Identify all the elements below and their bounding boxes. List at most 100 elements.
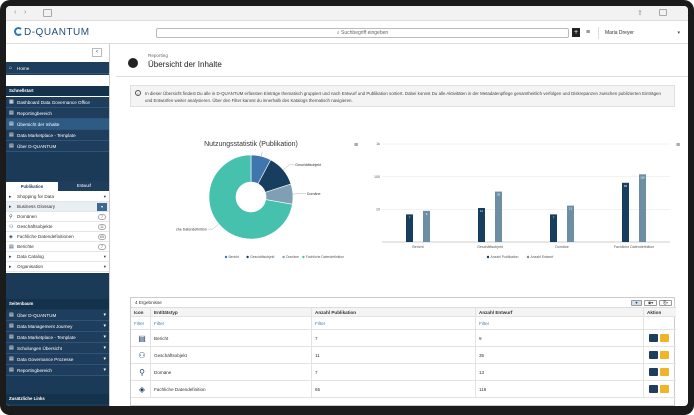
bar-entwurf[interactable] [495,191,502,242]
y-tick-label: 10 [376,208,380,212]
action-cell [644,381,676,397]
catalog-item[interactable]: ▸ Data Catalog ▾ [6,252,109,262]
tree-item[interactable]: ▤ Data Governance Prozesse ▾ [6,354,109,365]
menu-icon[interactable]: ≡ [586,29,590,36]
catalog-item[interactable]: ⚲ Domänen 7 [6,212,109,222]
edit-draft-button[interactable] [660,368,669,376]
table-row[interactable]: ◈ Fachliche Datendefinition 65 118 [131,381,676,398]
filter-input[interactable]: Filter [131,317,151,329]
x-tick-label: Geschäftsobjekt [477,245,503,249]
catalog-item[interactable]: ◈ Fachliche Datendefinitionen 65 [6,232,109,242]
columns-icon[interactable]: ◉▾ [644,300,657,306]
share-icon[interactable]: ⇪ [637,9,643,17]
table-row[interactable]: ⚲ Domäne 7 13 [131,364,676,381]
column-header[interactable]: Aktion [644,308,676,316]
bar-entwurf[interactable] [567,205,574,242]
catalog-item[interactable]: ⚇ Geschäftsobjekte 11 [6,222,109,232]
action-cell [644,364,676,380]
bar-entwurf[interactable] [639,174,646,242]
catalog-tabs: Publikation Entwurf [6,181,109,191]
edit-draft-button[interactable] [660,351,669,359]
glossary-icon: ▸ [9,204,12,210]
tab-entwurf[interactable]: Entwurf [58,181,109,191]
add-button[interactable]: + [572,28,580,37]
filter-input[interactable]: Filter [151,317,312,329]
pie-slice-label: Fachliche Datendefinition [176,227,207,231]
pie-slice-label: Domäne [307,192,321,196]
draft-count-cell: 118 [476,381,644,397]
pie-chart-icon [128,58,138,68]
open-publication-button[interactable] [649,334,658,342]
breadcrumb[interactable]: Reporting [148,53,168,58]
catalog-item[interactable]: ▤ Berichte 7 [6,242,109,252]
table-filter-row: Filter Filter Filter Filter [131,317,676,330]
chart-menu-icon[interactable]: ≡ [676,142,680,149]
legend-item[interactable]: Domäne [286,255,299,259]
legend-item[interactable]: Anzahl Entwurf [531,255,554,259]
table-row[interactable]: ⚇ Geschäftsobjekt 11 35 [131,347,676,364]
sidebar-quick-item[interactable]: ▤ Reportingbereich [6,108,109,119]
tab-publikation[interactable]: Publikation [6,181,58,191]
export-icon[interactable]: ⎘▾ [659,300,672,306]
publication-count-cell: 7 [312,330,476,346]
bar-publikation[interactable] [622,182,629,242]
column-header[interactable]: Entitätstyp [151,308,312,316]
legend-item[interactable]: Anzahl Publikation [491,255,519,259]
filter-input[interactable]: Filter [476,317,644,329]
publication-count-cell: 7 [312,364,476,380]
tree-item[interactable]: ▤ Über D-QUANTUM ▾ [6,310,109,321]
search-input[interactable]: ⌕ Suchbegriff eingeben [156,28,569,38]
tree-item[interactable]: ▤ Schulungen Übersicht ▾ [6,343,109,354]
sidebar-quick-item[interactable]: ▤ Über D-QUANTUM [6,141,109,152]
column-header[interactable]: Anzahl Publikation [312,308,476,316]
filter-icon[interactable]: ▼ [631,300,642,306]
tree-item[interactable]: ▤ Data Management Journey ▾ [6,321,109,332]
bar-value-label: 35 [497,193,501,197]
results-table: 4 Ergebnisse ▼ ◉▾ ⎘▾ Icon Entitätstyp An… [130,297,676,406]
draft-count-cell: 35 [476,347,644,363]
column-header[interactable]: Anzahl Entwurf [476,308,644,316]
legend-item[interactable]: Fachliche Datendefinition [306,255,344,259]
open-publication-button[interactable] [649,368,658,376]
legend-item[interactable]: Bericht [229,255,240,259]
cart-icon: ▸ [9,194,12,200]
user-menu[interactable]: Maria Dreyer ▾ [598,27,686,39]
dashboard-icon: ▦ [9,99,14,105]
open-publication-button[interactable] [649,351,658,359]
tree-item[interactable]: ▤ Reportingbereich ▾ [6,365,109,376]
edit-draft-button[interactable] [660,334,669,342]
legend-marker [302,255,305,259]
sidebar-icon[interactable] [43,9,52,17]
sidebar-item-home[interactable]: ⌂ Home [6,63,109,74]
back-icon[interactable]: ‹ [14,9,16,16]
legend-marker [526,255,530,259]
column-header[interactable]: Icon [131,308,151,316]
sidebar-quick-item[interactable]: ▦ Dashboard Data Governance Office [6,97,109,108]
bar-publikation[interactable] [478,207,485,242]
sidebar-quick-item[interactable]: ▤ Data Marketplace - Template [6,130,109,141]
sidebar-quick-item-active[interactable]: ▤ Übersicht der Inhalte [6,119,109,130]
result-count: 4 Ergebnisse [135,300,162,305]
forward-icon[interactable]: › [24,9,26,16]
open-publication-button[interactable] [649,385,658,393]
collapse-sidebar-button[interactable]: ‹ [92,48,102,57]
chart-menu-icon[interactable]: ≡ [354,142,358,149]
catalog-item[interactable]: ▸ Shopping for Data ▾ [6,192,109,202]
pie-chart: Bericht Geschäftsobjekt Domäne Fachliche Da… [176,152,344,259]
info-icon: ▤ [9,143,14,149]
catalog-item[interactable]: ▸ Organisation ▾ [6,262,109,272]
table-row[interactable]: ▤ Bericht 7 9 [131,330,676,347]
legend-item[interactable]: Geschäftsobjekt [250,255,274,259]
draft-count-cell: 13 [476,364,644,380]
edit-draft-button[interactable] [660,385,669,393]
sidebar-spacer [6,152,109,181]
y-tick-label: 100 [374,175,380,179]
filter-input[interactable]: Filter [312,317,476,329]
catalog-item[interactable]: ▸ Business Glossary ▾ [6,202,109,212]
domain-icon: ⚲ [9,214,13,220]
tree-item[interactable]: ▤ Data Marketplace - Template ▾ [6,332,109,343]
publication-count-cell: 11 [312,347,476,363]
logo[interactable]: D-QUANTUM [14,27,90,38]
bar-value-label: 118 [640,175,645,179]
tabs-icon[interactable] [659,9,667,16]
